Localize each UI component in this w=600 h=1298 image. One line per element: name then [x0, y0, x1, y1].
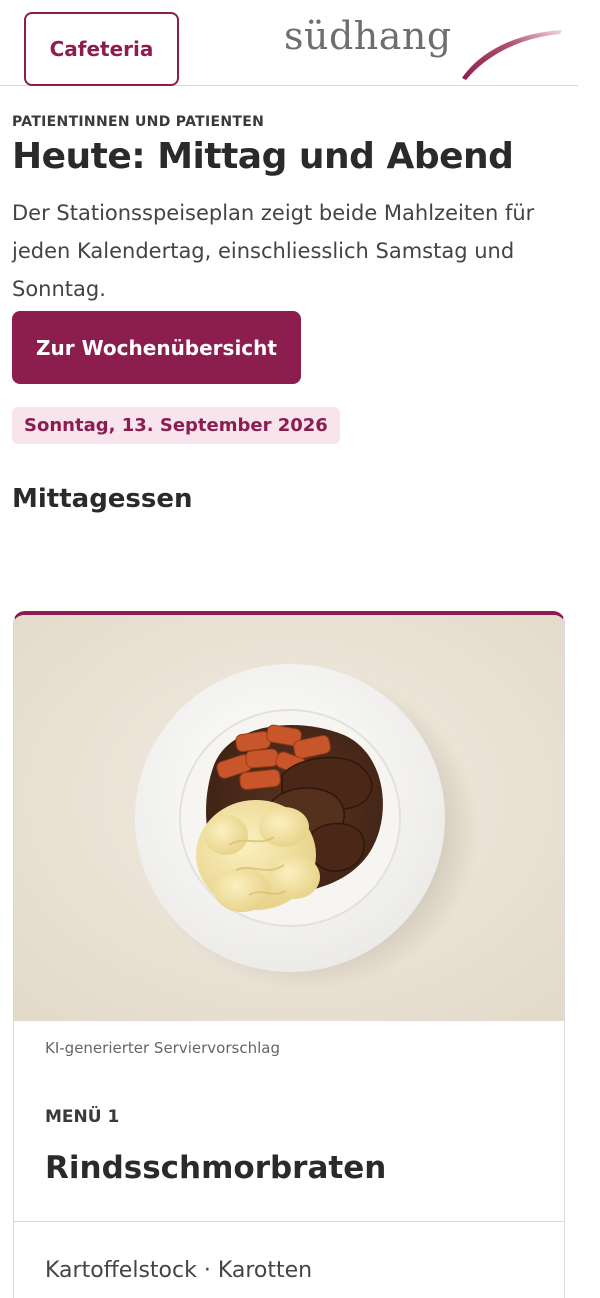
- site-header: Cafeteria südhang: [0, 0, 578, 86]
- suedhang-logo[interactable]: südhang: [284, 8, 574, 80]
- logo-wordmark: südhang: [284, 14, 452, 58]
- week-overview-button[interactable]: Zur Wochenübersicht: [12, 311, 301, 384]
- logo-swoosh-icon: [462, 30, 562, 80]
- meal-card[interactable]: KI-generierter Serviervorschlag MENÜ 1 R…: [13, 611, 565, 1298]
- card-divider: [14, 1221, 564, 1222]
- intro-description: Der Stationsspeiseplan zeigt beide Mahlz…: [12, 201, 535, 301]
- side-dishes: Kartoffelstock · Karotten: [45, 1258, 313, 1283]
- page-title: Heute: Mittag und Abend: [12, 136, 514, 177]
- section-title-lunch: Mittagessen: [12, 484, 193, 514]
- image-caption: KI-generierter Serviervorschlag: [45, 1039, 280, 1057]
- meal-image: [14, 615, 564, 1021]
- date-badge: Sonntag, 13. September 2026: [12, 407, 340, 444]
- dish-name: Rindsschmorbraten: [45, 1150, 387, 1186]
- cafeteria-button[interactable]: Cafeteria: [24, 12, 179, 86]
- menu-label: MENÜ 1: [45, 1107, 120, 1127]
- plate-illustration: [14, 615, 564, 1021]
- audience-eyebrow: PATIENTINNEN UND PATIENTEN: [12, 114, 265, 130]
